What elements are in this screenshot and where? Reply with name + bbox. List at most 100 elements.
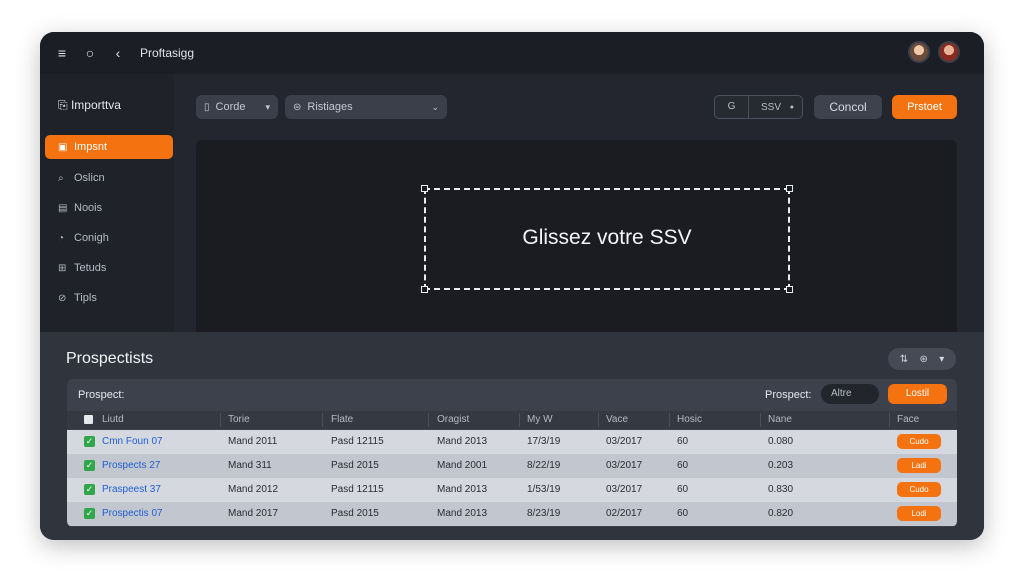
resize-handle[interactable] — [421, 185, 428, 192]
mapping-select[interactable]: ⊜ Ristiages ⌄ — [285, 95, 447, 119]
table-cell: 60 — [677, 436, 689, 447]
table-cell: Mand 2012 — [228, 484, 279, 495]
import-icon: ▣ — [58, 141, 68, 153]
filter-label: Prospect: — [765, 389, 812, 401]
column-header[interactable]: Oragist — [437, 414, 469, 425]
source-select[interactable]: ▯ Corde ▾ — [196, 95, 278, 119]
row-action-button[interactable]: Ladi — [897, 458, 941, 473]
row-action-button[interactable]: Cudo — [897, 482, 941, 497]
window-title: Proftasigg — [140, 46, 195, 60]
table-cell: Mand 2013 — [437, 484, 488, 495]
title-bar: ≡ ○ ‹ Proftasigg — [40, 32, 984, 74]
sidebar-item-tips[interactable]: ⊘ Tipls — [45, 286, 173, 310]
table-cell: 02/2017 — [606, 508, 643, 519]
drop-zone[interactable]: Glissez votre SSV — [421, 185, 793, 293]
table-cell: Pasd 12115 — [331, 436, 384, 447]
tips-icon: ⊘ — [58, 292, 67, 304]
table-cell: 17/3/19 — [527, 436, 561, 447]
table-cell: 0.830 — [768, 484, 794, 495]
table-cell: 60 — [677, 484, 689, 495]
table-cell: Mand 2011 — [228, 436, 278, 447]
sidebar: ⎘ Importtva ▣ Impsnt ⌕ Oslicn ▤ Noois ◔ … — [40, 74, 174, 332]
table-cell: 8/22/19 — [527, 460, 561, 471]
column-divider — [760, 413, 761, 427]
resize-handle[interactable] — [786, 185, 793, 192]
prospect-name-link[interactable]: Cmn Foun 07 — [102, 436, 163, 447]
search-icon: ⌕ — [58, 172, 64, 184]
table-cell: 03/2017 — [606, 460, 643, 471]
settings-icon[interactable]: ⊛ — [919, 354, 927, 365]
table-cell: 60 — [677, 460, 689, 471]
prospect-name-link[interactable]: Prospectis 07 — [102, 508, 163, 519]
dot-icon: ● — [789, 103, 794, 111]
column-header[interactable]: Flate — [331, 414, 353, 425]
table-cell: 0.203 — [768, 460, 794, 471]
table-cell: Mand 2013 — [437, 436, 488, 447]
prospect-name-link[interactable]: Praspeest 37 — [102, 484, 161, 495]
table-toolbar: Prospect: Prospect: Altre Lostil — [67, 379, 957, 411]
drop-area[interactable]: Glissez votre SSV — [196, 140, 957, 332]
sidebar-item-search[interactable]: ⌕ Oslicn — [45, 166, 173, 190]
row-action-button[interactable]: Cudo — [897, 434, 941, 449]
app-window: ≡ ○ ‹ Proftasigg ⎘ Importtva ▣ Impsnt ⌕ … — [40, 32, 984, 540]
filter-select[interactable]: Altre — [821, 384, 879, 404]
primary-button[interactable]: Prstoet — [892, 95, 957, 119]
import-icon: ⎘ — [58, 98, 68, 112]
prospects-panel: Prospectists ⇅ ⊛ ▾ Prospect: Prospect: A… — [40, 332, 984, 540]
table-row[interactable]: ✓ Praspeest 37 Mand 2012 Pasd 12115 Mand… — [67, 478, 957, 502]
format-selector[interactable]: G SSV ● — [714, 95, 803, 119]
checkbox-checked-icon[interactable]: ✓ — [84, 436, 95, 447]
column-header[interactable]: Face — [897, 414, 919, 425]
table-cell: Mand 2013 — [437, 508, 488, 519]
checkbox-checked-icon[interactable]: ✓ — [84, 460, 95, 471]
table-row[interactable]: ✓ Cmn Foun 07 Mand 2011 Pasd 12115 Mand … — [67, 430, 957, 454]
avatar-group — [908, 41, 960, 63]
table-cell: 03/2017 — [606, 484, 643, 495]
table-row[interactable]: ✓ Prospects 27 Mand 311 Pasd 2015 Mand 2… — [67, 454, 957, 478]
resize-handle[interactable] — [421, 286, 428, 293]
table-cell: Pasd 2015 — [331, 508, 379, 519]
file-icon: ▯ — [204, 101, 210, 113]
sidebar-item-tools[interactable]: ⊞ Tetuds — [45, 256, 173, 280]
column-header[interactable]: Hosic — [677, 414, 702, 425]
column-divider — [428, 413, 429, 427]
column-divider — [669, 413, 670, 427]
avatar[interactable] — [908, 41, 930, 63]
column-divider — [889, 413, 890, 427]
sidebar-item-import[interactable]: ▣ Impsnt — [45, 135, 173, 159]
avatar[interactable] — [938, 41, 960, 63]
row-action-button[interactable]: Lodi — [897, 506, 941, 521]
column-divider — [519, 413, 520, 427]
column-header[interactable]: My W — [527, 414, 553, 425]
panel-controls[interactable]: ⇅ ⊛ ▾ — [888, 348, 956, 370]
cancel-button[interactable]: Concol — [814, 95, 882, 119]
panel-title: Prospectists — [66, 350, 154, 367]
column-divider — [598, 413, 599, 427]
table-row[interactable]: ✓ Prospectis 07 Mand 2017 Pasd 2015 Mand… — [67, 502, 957, 526]
table-label: Prospect: — [78, 389, 125, 401]
column-header[interactable]: Liutd — [102, 414, 124, 425]
column-header[interactable]: Vace — [606, 414, 628, 425]
resize-handle[interactable] — [786, 286, 793, 293]
column-header[interactable]: Torie — [228, 414, 250, 425]
column-divider — [322, 413, 323, 427]
menu-icon[interactable]: ≡ — [56, 45, 68, 61]
checkbox-checked-icon[interactable]: ✓ — [84, 508, 95, 519]
checkbox-checked-icon[interactable]: ✓ — [84, 484, 95, 495]
circle-icon[interactable]: ○ — [84, 45, 96, 61]
tools-icon: ⊞ — [58, 262, 67, 274]
table-cell: 60 — [677, 508, 689, 519]
table-cell: Mand 2017 — [228, 508, 279, 519]
table-cell: 0.080 — [768, 436, 794, 447]
back-chevron-icon[interactable]: ‹ — [112, 45, 124, 61]
sort-icon[interactable]: ⇅ — [900, 354, 908, 365]
chevron-down-icon[interactable]: ▾ — [939, 354, 944, 365]
prospect-name-link[interactable]: Prospects 27 — [102, 460, 160, 471]
notes-icon: ▤ — [58, 202, 68, 214]
sidebar-item-notes[interactable]: ▤ Noois — [45, 196, 173, 220]
table-cell: 03/2017 — [606, 436, 643, 447]
select-all-checkbox[interactable] — [84, 415, 93, 424]
filter-button[interactable]: Lostil — [888, 384, 947, 404]
column-header[interactable]: Nane — [768, 414, 792, 425]
sidebar-item-config[interactable]: ◔ Conigh — [45, 226, 173, 250]
